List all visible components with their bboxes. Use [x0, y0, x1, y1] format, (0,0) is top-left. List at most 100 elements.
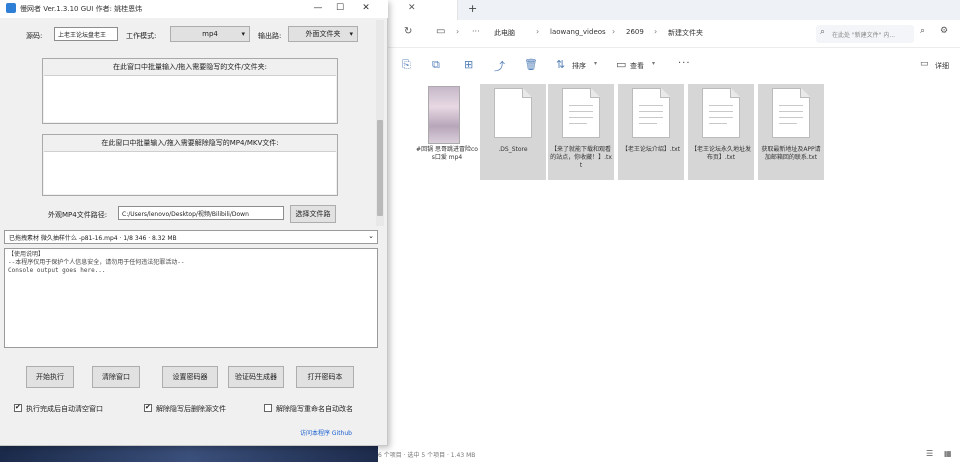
- close-button[interactable]: ✕: [356, 1, 376, 16]
- hide-input-area: 在此窗口中批量输入/拖入需要隐写的文件/文件夹:: [42, 58, 338, 124]
- monitor-icon[interactable]: ▭: [436, 26, 445, 37]
- chevron-down-icon: ⌄: [368, 232, 374, 240]
- chevron-down-icon: ▾: [241, 30, 245, 38]
- desktop-taskbar: [0, 444, 378, 462]
- breadcrumb-item[interactable]: 新建文件夹: [668, 28, 703, 38]
- chevron-down-icon: ▾: [652, 60, 656, 67]
- new-tab-button[interactable]: +: [468, 2, 477, 15]
- chevron-right-icon: ›: [612, 27, 616, 36]
- cut-icon[interactable]: ⎘: [402, 58, 411, 72]
- grid-view-icon[interactable]: ▦: [944, 449, 952, 458]
- text-file-icon: [632, 88, 670, 138]
- file-item[interactable]: 【老王论坛永久地址发布页】.txt: [688, 84, 754, 180]
- output-folder-label: 外面文件夹: [305, 30, 341, 38]
- chevron-right-icon: ›: [456, 27, 460, 36]
- more-icon[interactable]: ···: [472, 27, 480, 36]
- delete-source-checkbox[interactable]: [144, 403, 152, 412]
- status-text: 6 个项目 · 选中 5 个项目 · 1.43 MB: [378, 452, 476, 459]
- details-pane-icon[interactable]: ▭: [920, 59, 929, 69]
- file-explorer-window: ✕ + ↻ ▭ › ··· 此电脑 › laowang_videos › 260…: [378, 0, 960, 462]
- console-output[interactable]: 【使用说明】 --本程序仅用于保护个人信息安全，请勿用于任何违法犯罪活动-- C…: [4, 248, 378, 348]
- search-box[interactable]: ⌕ 在此处 "新建文件" 内...: [816, 25, 914, 43]
- maximize-button[interactable]: ☐: [330, 1, 350, 16]
- breadcrumb-item[interactable]: 2609: [626, 28, 644, 36]
- view-icon[interactable]: ▭: [616, 58, 626, 71]
- file-item[interactable]: 【老王论坛介绍】.txt: [618, 84, 684, 180]
- output-folder-button[interactable]: 外面文件夹 ▾: [288, 26, 358, 42]
- minimize-button[interactable]: —: [308, 1, 328, 16]
- chevron-right-icon: ›: [654, 27, 658, 36]
- delete-icon[interactable]: 🗑: [524, 58, 538, 71]
- file-name: 【来了就能下载和观看的站点，你收藏！】.txt: [550, 146, 612, 169]
- app-window: 慢网者 Ver.1.3.10 GUI 作者: 姚桂恩炜 — ☐ ✕ 源码: 上老…: [0, 0, 388, 446]
- sort-icon[interactable]: ⇅: [556, 58, 565, 71]
- mode-label: 工作模式:: [126, 32, 157, 40]
- close-icon[interactable]: ✕: [408, 3, 416, 13]
- source-label: 源码:: [26, 32, 43, 40]
- file-name: 【老王论坛介绍】.txt: [621, 146, 681, 153]
- text-file-icon: [772, 88, 810, 138]
- settings-icon[interactable]: ⚙: [940, 26, 948, 36]
- verify-code-button[interactable]: 验证码生成器: [228, 366, 284, 388]
- open-password-book-button[interactable]: 打开密码本: [296, 366, 354, 388]
- console-line: 【使用说明】: [8, 251, 45, 258]
- choose-file-button[interactable]: 选择文件路: [290, 205, 336, 223]
- explorer-tab[interactable]: ✕: [378, 0, 458, 20]
- selected-file-text: 已拖拽素材 微久抽样什么 -p81-16.mp4 · 1/8 346 · 8.3…: [9, 235, 177, 242]
- file-item[interactable]: .DS_Store: [480, 84, 546, 180]
- output-label: 输出路:: [258, 32, 282, 40]
- clear-button[interactable]: 清除窗口: [92, 366, 140, 388]
- file-name: 【老王论坛永久地址发布页】.txt: [690, 146, 751, 161]
- search-placeholder: 在此处 "新建文件" 内...: [832, 32, 896, 39]
- auto-clear-label: 执行完成后自动清空窗口: [26, 405, 103, 413]
- video-thumbnail: [428, 86, 460, 144]
- github-link[interactable]: 访问本程序 Github: [300, 428, 352, 437]
- console-line: Console output goes here...: [8, 267, 106, 274]
- mode-select-value: mp4: [202, 30, 218, 38]
- console-line: --本程序仅用于保护个人信息安全，请勿用于任何违法犯罪活动--: [8, 259, 185, 266]
- explorer-tab-strip: ✕ +: [378, 0, 960, 20]
- more-options-icon[interactable]: ···: [678, 58, 691, 69]
- source-input[interactable]: 上老王论坛盘老王: [54, 27, 118, 41]
- unhide-input-title: 在此窗口中批量输入/拖入需要解除隐写的MP4/MKV文件:: [101, 139, 279, 147]
- details-label[interactable]: 详细: [935, 61, 949, 71]
- file-item[interactable]: 【来了就能下载和观看的站点，你收藏！】.txt: [548, 84, 614, 180]
- search-icon: ⌕: [820, 27, 826, 37]
- mode-select[interactable]: mp4 ▾: [170, 26, 250, 42]
- share-icon[interactable]: ⤴: [494, 58, 505, 74]
- cover-mp4-path-input[interactable]: C:/Users/lenovo/Desktop/视频/Bilibili/Down: [118, 206, 284, 220]
- chevron-right-icon: ›: [536, 27, 540, 36]
- address-bar: ↻ ▭ › ··· 此电脑 › laowang_videos › 2609 › …: [378, 20, 960, 48]
- file-item[interactable]: 获取最新地址及APP请加邮箱回的联系.txt: [758, 84, 824, 180]
- copy-icon[interactable]: ⧉: [432, 58, 440, 72]
- app-icon: [6, 3, 16, 13]
- file-item[interactable]: #回锅 思哥跳进冒险cos口爱 mp4: [414, 84, 480, 180]
- file-name: 获取最新地址及APP请加邮箱回的联系.txt: [761, 146, 821, 161]
- scrollbar-thumb[interactable]: [377, 120, 383, 216]
- sort-label[interactable]: 排序: [572, 61, 586, 71]
- refresh-icon[interactable]: ↻: [404, 26, 412, 37]
- search-extra-icon[interactable]: ⌕: [920, 26, 925, 36]
- auto-rename-checkbox[interactable]: [264, 404, 272, 412]
- unhide-input-textarea[interactable]: [44, 151, 336, 194]
- window-scrollbar[interactable]: [376, 20, 384, 226]
- password-tool-button[interactable]: 设置密码器: [162, 366, 218, 388]
- unhide-input-area: 在此窗口中批量输入/拖入需要解除隐写的MP4/MKV文件:: [42, 134, 338, 196]
- text-file-icon: [702, 88, 740, 138]
- start-button[interactable]: 开始执行: [26, 366, 74, 388]
- blank-file-icon: [494, 88, 532, 138]
- paste-icon[interactable]: ⊞: [464, 58, 473, 71]
- delete-source-label: 解除隐写后删除源文件: [156, 405, 226, 413]
- breadcrumb-item[interactable]: 此电脑: [494, 28, 515, 38]
- title-bar[interactable]: 慢网者 Ver.1.3.10 GUI 作者: 姚桂恩炜 — ☐ ✕: [0, 0, 388, 18]
- file-name: .DS_Store: [498, 146, 528, 153]
- chevron-down-icon: ▾: [349, 30, 353, 38]
- breadcrumb-item[interactable]: laowang_videos: [550, 28, 606, 36]
- window-title: 慢网者 Ver.1.3.10 GUI 作者: 姚桂恩炜: [20, 5, 143, 13]
- auto-clear-checkbox[interactable]: [14, 403, 22, 412]
- explorer-toolbar: ⎘ ⧉ ⊞ ⤴ 🗑 ⇅ 排序 ▾ ▭ 查看 ▾ ··· ▭ 详细: [378, 48, 960, 82]
- hide-input-textarea[interactable]: [44, 75, 336, 122]
- view-label[interactable]: 查看: [630, 61, 644, 71]
- selected-file-dropdown[interactable]: 已拖拽素材 微久抽样什么 -p81-16.mp4 · 1/8 346 · 8.3…: [4, 230, 378, 244]
- list-view-icon[interactable]: ☰: [926, 449, 933, 458]
